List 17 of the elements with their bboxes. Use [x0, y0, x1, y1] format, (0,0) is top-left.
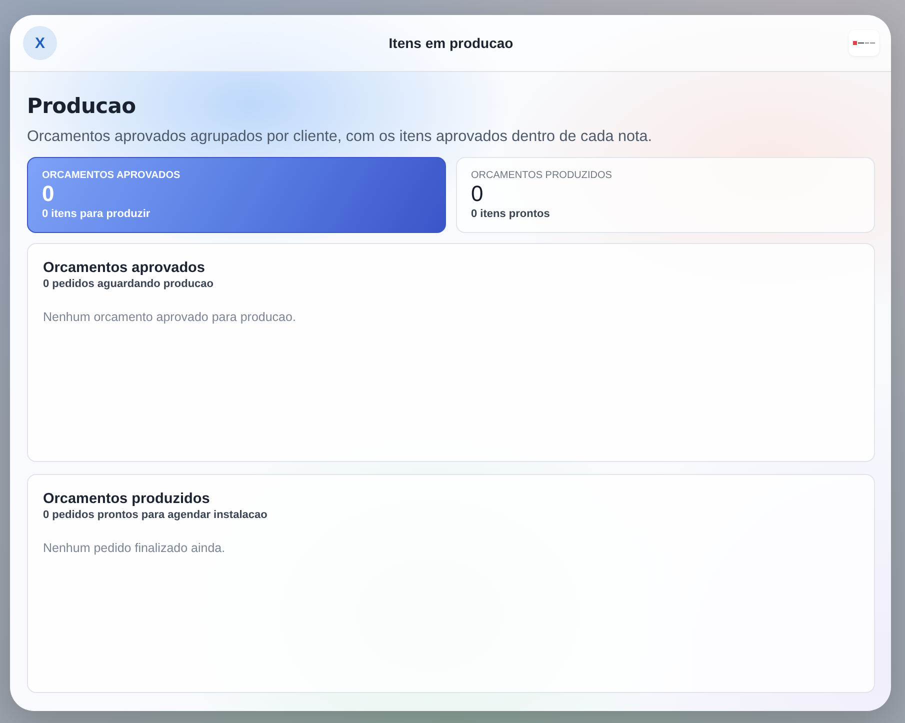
page-heading: Producao — [27, 93, 137, 120]
stat-value: 0 — [42, 182, 54, 206]
stat-detail: 0 itens para produzir — [42, 207, 150, 221]
stat-label: ORCAMENTOS APROVADOS — [42, 170, 180, 182]
section-title: Orcamentos produzidos — [43, 490, 210, 508]
section-summary: 0 pedidos aguardando producao — [43, 277, 214, 291]
section-summary: 0 pedidos prontos para agendar instalacao — [43, 508, 268, 522]
page-subtitle: Orcamentos aprovados agrupados por cliente, com os itens aprovados dentro de cada nota. — [27, 128, 653, 146]
empty-message: Nenhum orcamento aprovado para producao. — [43, 310, 296, 325]
window-title: Itens em producao — [388, 35, 514, 51]
stat-label: ORCAMENTOS PRODUZIDOS — [471, 170, 612, 182]
section-title: Orcamentos aprovados — [43, 259, 205, 277]
close-button[interactable]: X — [23, 26, 57, 60]
empty-message: Nenhum pedido finalizado ainda. — [43, 541, 226, 556]
stat-detail: 0 itens prontos — [471, 207, 550, 221]
logo-icon — [853, 41, 875, 45]
stat-value: 0 — [471, 182, 484, 206]
